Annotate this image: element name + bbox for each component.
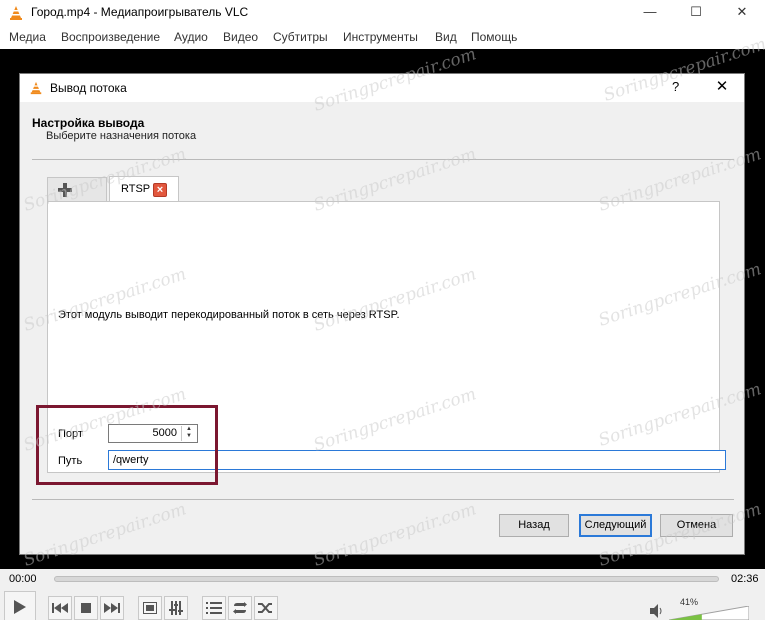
menu-media[interactable]: Медиа	[9, 30, 46, 44]
playlist-icon	[206, 602, 222, 614]
tab-close-icon[interactable]: ×	[153, 183, 167, 197]
cancel-button[interactable]: Отмена	[660, 514, 733, 537]
highlight-frame	[36, 405, 218, 485]
loop-icon	[233, 602, 247, 614]
taskbar-strip	[0, 620, 765, 625]
fullscreen-icon	[143, 602, 157, 614]
window-title: Город.mp4 - Медиапроигрыватель VLC	[31, 5, 249, 19]
shuffle-icon	[258, 603, 272, 613]
equalizer-icon	[169, 601, 183, 615]
player-controls: 00:00 02:36 41%	[0, 569, 765, 625]
module-description: Этот модуль выводит перекодированный пот…	[58, 309, 400, 321]
fullscreen-button[interactable]	[138, 596, 162, 620]
shuffle-button[interactable]	[254, 596, 278, 620]
volume-slider[interactable]	[669, 606, 749, 620]
stop-button[interactable]	[74, 596, 98, 620]
stop-icon	[81, 603, 91, 613]
add-destination-tab[interactable]	[47, 177, 107, 201]
vlc-cone-icon	[10, 6, 22, 20]
menu-view[interactable]: Вид	[435, 30, 457, 44]
tab-rtsp[interactable]: RTSP ×	[109, 176, 179, 202]
tab-rtsp-label: RTSP	[121, 183, 151, 195]
menu-playback[interactable]: Воспроизведение	[61, 30, 160, 44]
seek-bar[interactable]	[54, 576, 719, 582]
play-icon	[14, 600, 26, 614]
extended-settings-button[interactable]	[164, 596, 188, 620]
footer-divider	[32, 499, 734, 500]
menu-tools[interactable]: Инструменты	[343, 30, 418, 44]
section-subtitle: Выберите назначения потока	[46, 130, 197, 142]
next-media-button[interactable]	[100, 596, 124, 620]
elapsed-time: 00:00	[9, 573, 37, 585]
speaker-icon[interactable]	[650, 604, 664, 618]
previous-icon	[52, 603, 68, 613]
menu-bar: Медиа Воспроизведение Аудио Видео Субтит…	[0, 26, 765, 49]
total-time: 02:36	[731, 573, 759, 585]
section-title: Настройка вывода	[32, 116, 145, 130]
menu-help[interactable]: Помощь	[471, 30, 517, 44]
window-titlebar: Город.mp4 - Медиапроигрыватель VLC — ☐ ✕	[0, 0, 765, 26]
vlc-cone-icon	[30, 81, 42, 95]
dialog-titlebar: Вывод потока ? ✕	[20, 74, 744, 102]
menu-subtitles[interactable]: Субтитры	[273, 30, 328, 44]
previous-button[interactable]	[48, 596, 72, 620]
dialog-close-button[interactable]: ✕	[710, 78, 734, 98]
back-button[interactable]: Назад	[499, 514, 569, 537]
dialog-title: Вывод потока	[50, 81, 127, 95]
header-divider	[32, 159, 734, 160]
minimize-button[interactable]: —	[627, 0, 673, 26]
next-button[interactable]: Следующий	[579, 514, 652, 537]
plus-icon	[58, 183, 72, 197]
menu-video[interactable]: Видео	[223, 30, 258, 44]
next-icon	[104, 603, 120, 613]
help-button[interactable]: ?	[672, 79, 679, 94]
maximize-button[interactable]: ☐	[673, 0, 719, 26]
menu-audio[interactable]: Аудио	[174, 30, 208, 44]
play-button[interactable]	[4, 591, 36, 623]
playlist-button[interactable]	[202, 596, 226, 620]
loop-button[interactable]	[228, 596, 252, 620]
close-button[interactable]: ✕	[719, 0, 765, 26]
